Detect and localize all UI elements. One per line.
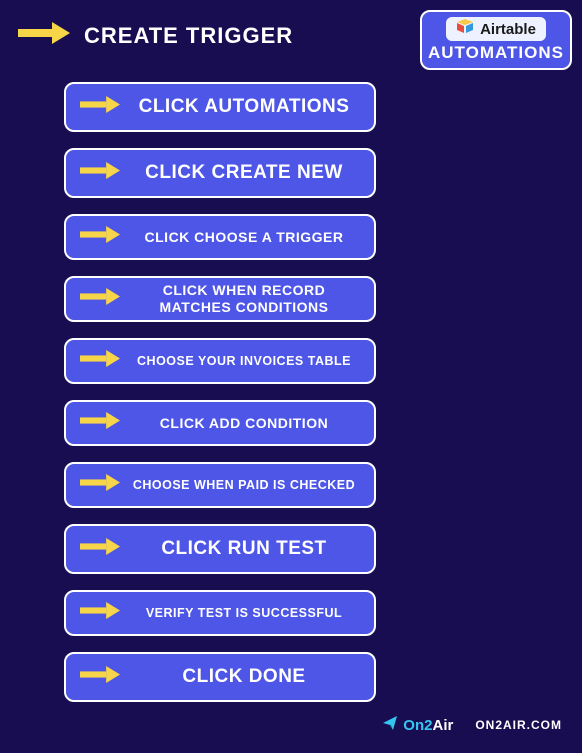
step-text-wrap: Click Automations [128,96,360,119]
step-text-wrap: Click Run Test [128,538,360,561]
arrow-right-icon [80,350,120,372]
step-label: Click Create New [145,162,343,185]
step-label: Click Run Test [161,538,326,561]
airtable-brand-text: Airtable [480,21,536,38]
arrow-right-icon [80,96,120,118]
on2air-logo: On2Air [382,715,453,735]
airtable-automations-badge: Airtable Automations [420,10,572,70]
page-title: Create Trigger [84,23,293,49]
footer-brand-on2: On2 [403,717,432,734]
arrow-right-icon [80,666,120,688]
arrow-right-icon [80,602,120,624]
step-text-wrap: Click Create New [128,162,360,185]
footer: On2Air on2air.com [382,715,562,735]
step-text-wrap: Click Choose a Trigger [128,229,360,246]
step-text-wrap: Click When Record Matches Conditions [128,282,360,316]
footer-url: on2air.com [475,718,562,732]
step-button: Click Create New [64,148,376,198]
step-button: Click Done [64,652,376,702]
step-button: Click Choose a Trigger [64,214,376,260]
step-label: Click When Record Matches Conditions [128,282,360,316]
step-text-wrap: Click Add Condition [128,415,360,432]
step-button: Click When Record Matches Conditions [64,276,376,322]
step-button: Verify test is successful [64,590,376,636]
airtable-subtitle: Automations [428,43,564,63]
airtable-logo-icon [456,19,474,39]
step-label: Click Done [182,666,305,689]
step-text-wrap: Choose your Invoices Table [128,354,360,369]
step-button: Click Automations [64,82,376,132]
arrow-right-icon [80,288,120,310]
header: Create Trigger [18,22,293,49]
step-label: Choose your Invoices Table [137,354,351,369]
footer-brand-air: Air [432,717,453,734]
steps-list: Click Automations Click Create New Click C… [64,82,376,702]
arrow-right-icon [80,226,120,248]
arrow-right-icon [80,474,120,496]
step-label: Click Automations [139,96,350,119]
paper-plane-icon [382,715,398,735]
step-button: Choose When Paid is checked [64,462,376,508]
step-label: Click Add Condition [160,415,328,432]
arrow-right-icon [18,22,70,49]
step-button: Click Run Test [64,524,376,574]
arrow-right-icon [80,162,120,184]
step-text-wrap: Click Done [128,666,360,689]
step-text-wrap: Choose When Paid is checked [128,478,360,493]
step-label: Choose When Paid is checked [133,478,355,493]
airtable-logo-row: Airtable [446,17,546,41]
step-button: Click Add Condition [64,400,376,446]
step-button: Choose your Invoices Table [64,338,376,384]
step-text-wrap: Verify test is successful [128,606,360,621]
arrow-right-icon [80,412,120,434]
step-label: Verify test is successful [146,606,342,621]
step-label: Click Choose a Trigger [145,229,344,246]
arrow-right-icon [80,538,120,560]
